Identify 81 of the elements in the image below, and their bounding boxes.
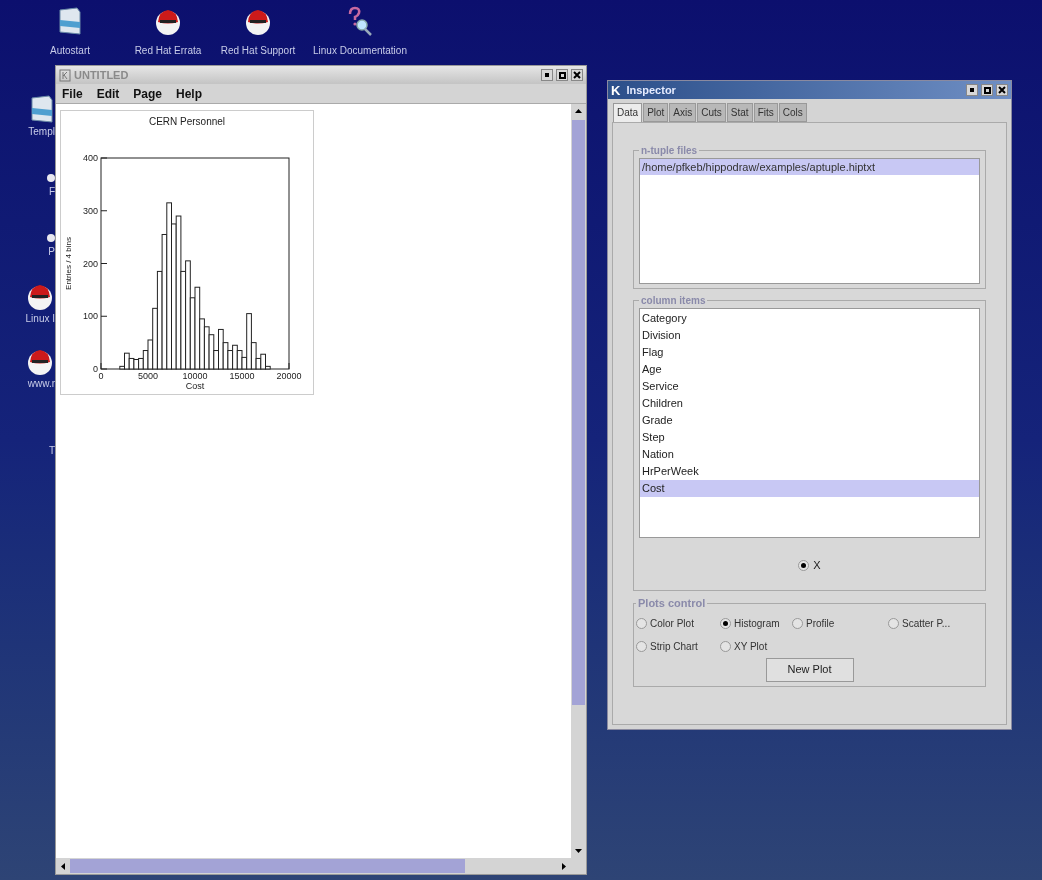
scrollbar-thumb[interactable] xyxy=(70,859,465,873)
list-item[interactable]: /home/pfkeb/hippodraw/examples/aptuple.hiptxt xyxy=(640,159,979,175)
tab[interactable]: Axis xyxy=(669,103,697,122)
y-axis-label: Entries / 4 bins xyxy=(64,237,73,290)
group-title: column items xyxy=(640,294,707,308)
menu-item[interactable]: File xyxy=(62,84,83,103)
radio-button[interactable] xyxy=(636,617,647,629)
radio-label: Strip Chart xyxy=(650,639,698,654)
desktop-icon-label[interactable]: Linux I xyxy=(25,314,55,324)
menu-item[interactable]: Page xyxy=(133,84,163,103)
desktop-icon-label[interactable]: Red Hat Errata xyxy=(134,46,202,56)
window-title: Inspector xyxy=(626,82,676,98)
radio-button[interactable] xyxy=(798,559,810,571)
folder-icon xyxy=(29,94,55,124)
radio-label: X xyxy=(813,557,821,573)
desktop-icon-label[interactable]: www.r xyxy=(27,379,55,389)
tab[interactable]: Data xyxy=(613,103,643,122)
list-item[interactable]: Grade xyxy=(640,412,979,429)
desktop-icon-label[interactable]: F xyxy=(48,187,55,197)
y-tick-label: 300 xyxy=(82,205,98,216)
desktop-icon xyxy=(45,172,55,184)
chart-title: CERN Personnel xyxy=(148,116,226,127)
close-icon[interactable] xyxy=(996,84,1008,96)
list-item[interactable]: Cost xyxy=(640,480,979,497)
close-icon[interactable] xyxy=(571,69,583,81)
tab[interactable]: Cols xyxy=(778,103,807,122)
radio-label: XY Plot xyxy=(734,639,768,654)
list-item[interactable]: Flag xyxy=(640,344,979,361)
radio-button[interactable] xyxy=(792,617,803,629)
y-tick-label: 200 xyxy=(82,258,98,269)
radio-button[interactable] xyxy=(636,640,647,652)
desktop-icon-label[interactable]: Linux Documentation xyxy=(313,46,407,56)
plot-panel[interactable]: CERN Personnel 0 100 200 300 400 0 5000 10000 15000 20000 Cost Entries / 4 bins xyxy=(60,110,314,395)
list-item[interactable]: Division xyxy=(640,327,979,344)
radio-label: Profile xyxy=(806,616,835,631)
maximize-icon[interactable] xyxy=(556,69,568,81)
menu-item[interactable]: Edit xyxy=(96,84,120,103)
x-tick-label: 20000 xyxy=(276,371,302,381)
x-tick-label: 15000 xyxy=(229,371,255,381)
tab[interactable]: Stat xyxy=(726,103,753,122)
list-item[interactable]: Category xyxy=(640,310,979,327)
desktop-icon-label[interactable]: Red Hat Support xyxy=(220,46,296,56)
list-item[interactable]: Service xyxy=(640,378,979,395)
desktop-icon-label[interactable]: Autostart xyxy=(50,46,90,56)
radio-label: Histogram xyxy=(734,616,780,631)
radio-button[interactable] xyxy=(720,640,731,652)
list-item[interactable]: Children xyxy=(640,395,979,412)
list-item[interactable]: Age xyxy=(640,361,979,378)
tab[interactable]: Fits xyxy=(753,103,778,122)
x-tick-label: 5000 xyxy=(138,371,158,381)
radio-button[interactable] xyxy=(888,617,899,629)
tab[interactable]: Plot xyxy=(643,103,669,122)
list-item[interactable]: Nation xyxy=(640,446,979,463)
desktop-icon-label[interactable]: T xyxy=(48,446,55,456)
x-tick-label: 0 xyxy=(98,371,104,381)
desktop-icon-label[interactable]: Templ xyxy=(28,127,55,137)
window-icon xyxy=(59,68,71,82)
radio-label: Color Plot xyxy=(650,616,694,631)
list-item[interactable]: Step xyxy=(640,429,979,446)
x-axis-label: Cost xyxy=(185,381,205,391)
radio-label: Scatter P... xyxy=(902,616,951,631)
list-item[interactable]: HrPerWeek xyxy=(640,463,979,480)
desktop-icon xyxy=(45,232,55,244)
app-logo: K xyxy=(611,83,621,97)
y-tick-label: 0 xyxy=(93,364,98,374)
x-tick-label: 10000 xyxy=(182,371,208,381)
y-tick-label: 100 xyxy=(82,311,98,322)
radio-button[interactable] xyxy=(720,617,731,629)
tab[interactable]: Cuts xyxy=(697,103,726,122)
minimize-icon[interactable] xyxy=(966,84,978,96)
group-title: Plots control xyxy=(637,596,707,611)
y-tick-label: 400 xyxy=(82,153,98,163)
folder-icon xyxy=(57,6,83,36)
new-plot-button[interactable]: New Plot xyxy=(765,657,854,682)
menu-item[interactable]: Help xyxy=(176,84,203,103)
desktop-icon-label[interactable]: P xyxy=(48,247,55,257)
minimize-icon[interactable] xyxy=(541,69,553,81)
group-title: n-tuple files xyxy=(640,144,699,158)
scrollbar-thumb[interactable] xyxy=(572,120,585,705)
maximize-icon[interactable] xyxy=(981,84,993,96)
window-title: UNTITLED xyxy=(74,67,129,83)
